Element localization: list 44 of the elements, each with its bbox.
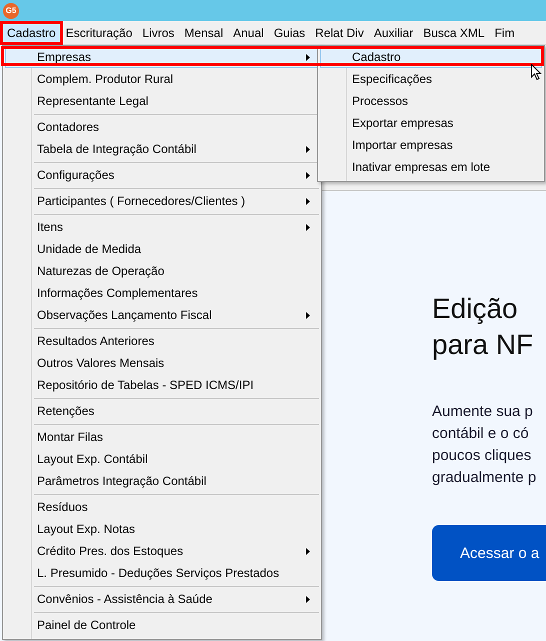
menu-item[interactable]: Itens bbox=[5, 216, 319, 238]
menu-bar-item[interactable]: Relat Div bbox=[310, 22, 369, 42]
menu-item[interactable]: Painel de Controle bbox=[5, 614, 319, 636]
menu-item[interactable]: Retenções bbox=[5, 400, 319, 422]
menu-item[interactable]: Layout Exp. Notas bbox=[5, 518, 319, 540]
menu-item[interactable]: Crédito Pres. dos Estoques bbox=[5, 540, 319, 562]
menu-item[interactable]: Contadores bbox=[5, 116, 319, 138]
menu-item[interactable]: Repositório de Tabelas - SPED ICMS/IPI bbox=[5, 374, 319, 396]
menu-item[interactable]: Representante Legal bbox=[5, 90, 319, 112]
menu-item[interactable]: Tabela de Integração Contábil bbox=[5, 138, 319, 160]
pointer-icon bbox=[531, 64, 542, 81]
menu-item[interactable]: Montar Filas bbox=[5, 426, 319, 448]
menu-item[interactable]: Unidade de Medida bbox=[5, 238, 319, 260]
menu-item[interactable]: Exportar empresas bbox=[320, 112, 542, 134]
menu-item[interactable]: Layout Exp. Contábil bbox=[5, 448, 319, 470]
menu-item[interactable]: Processos bbox=[320, 90, 542, 112]
menu-bar-item[interactable]: Mensal bbox=[179, 22, 228, 42]
menu-bar-item[interactable]: Escrituração bbox=[60, 22, 138, 42]
menu-item[interactable]: Inativar empresas em lote bbox=[320, 156, 542, 178]
menu-item[interactable]: Resíduos bbox=[5, 496, 319, 518]
heading: Edição bbox=[432, 292, 519, 326]
menu-item[interactable]: Participantes ( Fornecedores/Clientes ) bbox=[5, 190, 319, 212]
menu-item[interactable]: Complem. Produtor Rural bbox=[5, 68, 319, 90]
menu-item[interactable]: Observações Lançamento Fiscal bbox=[5, 304, 319, 326]
access-button[interactable]: Acessar o a bbox=[432, 525, 546, 581]
menu-bar-item[interactable]: Guias bbox=[268, 22, 310, 42]
menu-bar-item[interactable]: Cadastro bbox=[2, 22, 61, 42]
menu-bar-item[interactable]: Anual bbox=[228, 22, 269, 42]
menu-item[interactable]: Resultados Anteriores bbox=[5, 330, 319, 352]
menu-bar-item[interactable]: Busca XML bbox=[418, 22, 490, 42]
menu-item[interactable]: Configurações bbox=[5, 164, 319, 186]
menu-bar-item[interactable]: Fim bbox=[490, 22, 520, 42]
menu-item[interactable]: Convênios - Assistência à Saúde bbox=[5, 588, 319, 610]
menu-item[interactable]: L. Presumido - Deduções Serviços Prestados bbox=[5, 562, 319, 584]
menu-item[interactable]: Parâmetros Integração Contábil bbox=[5, 470, 319, 492]
paragraph: Aumente sua p contábil e o có poucos cliques gradualmente p bbox=[432, 402, 538, 488]
menu-bar-item[interactable]: Livros bbox=[137, 22, 180, 42]
menu-item[interactable]: Informações Complementares bbox=[5, 282, 319, 304]
menu-bar-item[interactable]: Auxiliar bbox=[368, 22, 418, 42]
menu-item[interactable]: Outros Valores Mensais bbox=[5, 352, 319, 374]
heading: para NF bbox=[432, 328, 534, 362]
menu-item[interactable]: Naturezas de Operação bbox=[5, 260, 319, 282]
menu-item[interactable]: Importar empresas bbox=[320, 134, 542, 156]
app-logo: G5 bbox=[3, 2, 19, 18]
